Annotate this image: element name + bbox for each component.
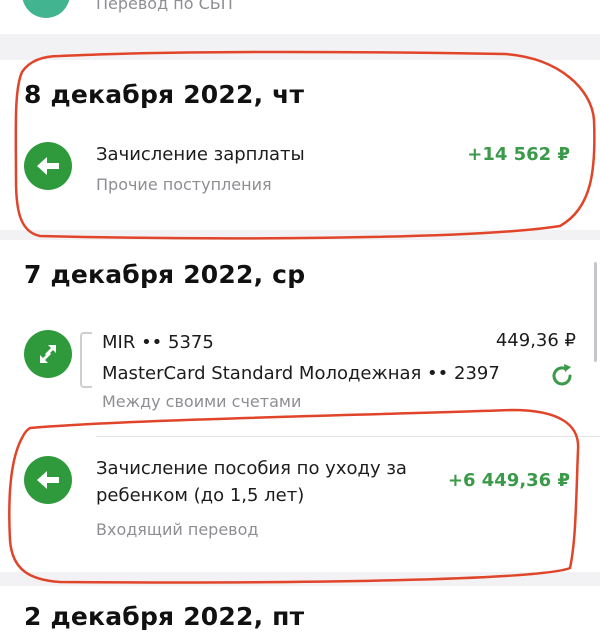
transaction-title: Зачисление зарплаты	[96, 144, 305, 165]
destination-account: MasterCard Standard Молодежная •• 2397	[102, 363, 500, 384]
transaction-amount: +6 449,36 ₽	[447, 470, 570, 491]
date-header: 2 декабря 2022, пт	[24, 602, 305, 631]
transaction-title-line2: ребенком (до 1,5 лет)	[96, 485, 305, 506]
transaction-subtitle: Прочие поступления	[96, 175, 272, 194]
transaction-subtitle: Входящий перевод	[96, 520, 259, 539]
transaction-amount: 449,36 ₽	[495, 330, 576, 351]
date-header: 7 декабря 2022, ср	[24, 260, 306, 289]
group-card-dec-7: 7 декабря 2022, ср MIR •• 5375 MasterCar…	[0, 240, 600, 572]
transaction-item[interactable]: Зачисление пособия по уходу за ребенком …	[0, 452, 600, 562]
arrow-left-icon	[24, 142, 72, 190]
transfer-bracket	[80, 332, 92, 388]
transaction-title-line1: Зачисление пособия по уходу за	[96, 458, 407, 479]
source-account: MIR •• 5375	[102, 332, 214, 353]
group-card-dec-2: 2 декабря 2022, пт	[0, 586, 600, 642]
group-card-dec-8: 8 декабря 2022, чт Зачисление зарплаты П…	[0, 60, 600, 230]
arrow-left-icon	[24, 456, 72, 504]
transaction-item[interactable]: MIR •• 5375 MasterCard Standard Молодежн…	[0, 320, 600, 420]
date-header: 8 декабря 2022, чт	[24, 80, 305, 109]
transfer-arrows-icon	[24, 330, 72, 378]
transaction-subtitle: Между своими счетами	[102, 392, 302, 411]
divider	[96, 436, 600, 437]
partial-subtitle: Перевод по СБП	[96, 0, 233, 13]
transaction-item[interactable]: Зачисление зарплаты Прочие поступления +…	[0, 130, 600, 210]
scrollbar[interactable]	[594, 262, 597, 362]
top-partial-card: Перевод по СБП	[0, 0, 600, 34]
transaction-amount: +14 562 ₽	[467, 144, 570, 165]
refresh-icon[interactable]	[548, 362, 576, 390]
partial-icon	[22, 0, 70, 18]
